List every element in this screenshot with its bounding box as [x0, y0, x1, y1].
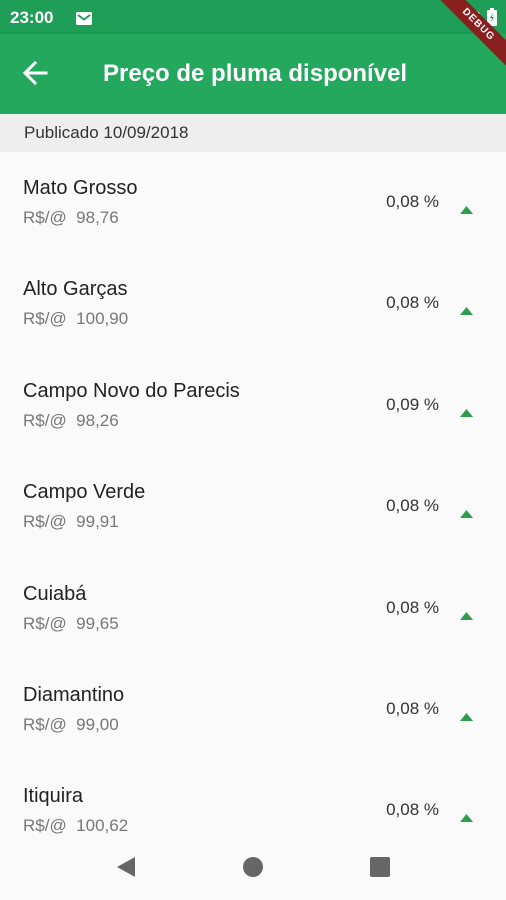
- region-name: Campo Novo do Parecis: [23, 379, 240, 402]
- mail-icon: [76, 10, 92, 29]
- change-percent: 0,08 %: [386, 698, 439, 718]
- nav-back-icon[interactable]: [115, 855, 137, 883]
- change-percent: 0,08 %: [386, 496, 439, 516]
- app-bar: Preço de pluma disponível: [0, 34, 506, 114]
- status-bar: 23:00 DEBUG: [0, 0, 506, 74]
- region-name: Alto Garças: [23, 278, 128, 301]
- change-percent: 0,08 %: [386, 293, 439, 313]
- list-item[interactable]: Itiquira R$/@ 100,62 0,08 %: [0, 760, 506, 840]
- region-price: R$/@ 99,91: [23, 512, 119, 532]
- trend-up-icon: [460, 402, 473, 421]
- list-item[interactable]: Mato Grosso R$/@ 98,76 0,08 %: [0, 152, 506, 253]
- published-date: Publicado 10/09/2018: [24, 123, 189, 142]
- list-item[interactable]: Campo Novo do Parecis R$/@ 98,26 0,09 %: [0, 355, 506, 456]
- list-item[interactable]: Campo Verde R$/@ 99,91 0,08 %: [0, 456, 506, 557]
- region-name: Cuiabá: [23, 582, 87, 605]
- region-price: R$/@ 99,65: [23, 613, 119, 633]
- trend-up-icon: [460, 807, 473, 826]
- list-item[interactable]: Alto Garças R$/@ 100,90 0,08 %: [0, 253, 506, 354]
- list-item[interactable]: Cuiabá R$/@ 99,65 0,08 %: [0, 558, 506, 659]
- region-name: Campo Verde: [23, 481, 146, 504]
- region-price: R$/@ 99,00: [23, 714, 119, 734]
- published-header: Publicado 10/09/2018: [0, 114, 506, 152]
- back-button[interactable]: [22, 60, 56, 90]
- trend-up-icon: [460, 199, 473, 218]
- trend-up-icon: [460, 503, 473, 522]
- region-price: R$/@ 98,26: [23, 410, 119, 430]
- region-price: R$/@ 98,76: [23, 208, 119, 227]
- page-title: Preço de pluma disponível: [103, 60, 408, 87]
- region-name: Mato Grosso: [23, 177, 138, 199]
- change-percent: 0,08 %: [386, 597, 439, 617]
- region-price: R$/@ 100,62: [23, 816, 129, 836]
- status-time: 23:00: [10, 8, 54, 27]
- arrow-back-icon: [22, 60, 48, 90]
- region-price: R$/@ 100,90: [23, 309, 129, 329]
- nav-recents-icon[interactable]: [369, 855, 391, 883]
- system-nav-bar: [0, 840, 506, 900]
- trend-up-icon: [460, 706, 473, 725]
- list-item[interactable]: Diamantino R$/@ 99,00 0,08 %: [0, 659, 506, 760]
- change-percent: 0,09 %: [386, 394, 439, 414]
- price-list[interactable]: Mato Grosso R$/@ 98,76 0,08 % Alto Garça…: [0, 152, 506, 840]
- region-name: Itiquira: [23, 785, 84, 808]
- change-percent: 0,08 %: [386, 800, 439, 820]
- trend-up-icon: [460, 605, 473, 624]
- region-name: Diamantino: [23, 683, 125, 706]
- trend-up-icon: [460, 300, 473, 319]
- nav-home-icon[interactable]: [242, 855, 264, 883]
- change-percent: 0,08 %: [386, 192, 439, 211]
